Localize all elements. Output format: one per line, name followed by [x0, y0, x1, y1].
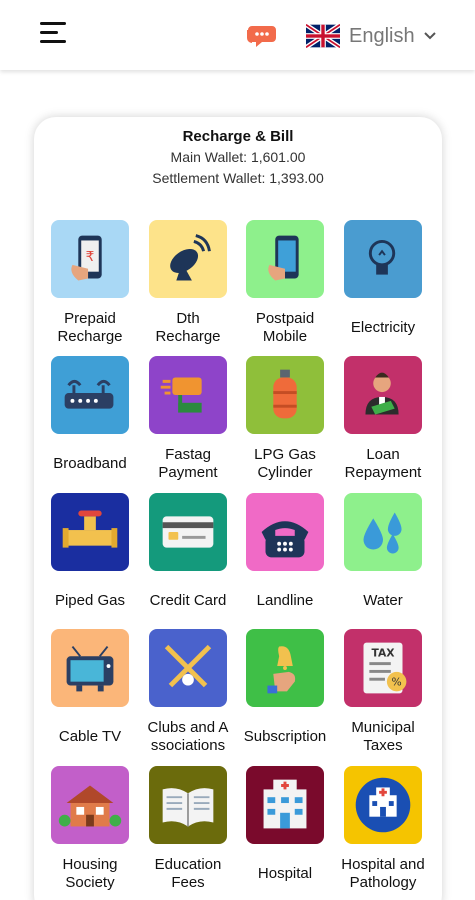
recharge-bill-card: Recharge & Bill Main Wallet: 1,601.00 Se…: [34, 117, 442, 900]
svg-text:₹: ₹: [86, 249, 95, 265]
fastag-icon: [149, 356, 227, 434]
mobile-phone-icon: [246, 220, 324, 298]
telephone-icon: [246, 493, 324, 571]
service-label: Broadband: [53, 455, 127, 472]
service-tile-clubs-and-associations[interactable]: Clubs and Associations: [140, 629, 236, 763]
hospital-icon: [246, 766, 324, 844]
card-title: Recharge & Bill: [182, 128, 294, 145]
water-drops-icon: [344, 493, 422, 571]
service-label: Prepaid Recharge: [57, 310, 123, 345]
service-label: Piped Gas: [54, 592, 126, 609]
service-tile-hospital-and-pathology[interactable]: Hospital and Pathology: [335, 766, 431, 900]
service-tile-postpaid-mobile[interactable]: Postpaid Mobile: [237, 220, 333, 354]
service-label: Cable TV: [58, 728, 122, 745]
gas-pipe-valve-icon: [51, 493, 129, 571]
hospital-badge-icon: [344, 766, 422, 844]
chevron-down-icon: [423, 32, 436, 40]
uk-flag-icon: [306, 24, 340, 48]
light-bulb-icon: [344, 220, 422, 298]
chat-support-icon[interactable]: [246, 22, 278, 50]
service-tile-loan-repayment[interactable]: Loan Repayment: [335, 356, 431, 490]
service-tile-credit-card[interactable]: Credit Card: [140, 493, 236, 627]
tv-icon: [51, 629, 129, 707]
svg-text:TAX: TAX: [371, 646, 395, 659]
service-tile-hospital[interactable]: Hospital: [237, 766, 333, 900]
service-tile-prepaid-recharge[interactable]: ₹ Prepaid Recharge: [42, 220, 138, 354]
top-bar: English: [0, 0, 475, 70]
service-label: Fastag Payment: [158, 446, 218, 481]
tax-document-icon: TAX%: [344, 629, 422, 707]
language-selector[interactable]: English: [306, 22, 451, 50]
language-label: English: [349, 24, 415, 47]
service-tile-landline[interactable]: Landline: [237, 493, 333, 627]
service-label: Housing Society: [62, 856, 118, 891]
service-tile-fastag-payment[interactable]: Fastag Payment: [140, 356, 236, 490]
service-label: LPG Gas Cylinder: [254, 446, 316, 481]
credit-card-icon: [149, 493, 227, 571]
service-label: Hospital and Pathology: [341, 856, 425, 891]
open-book-icon: [149, 766, 227, 844]
golf-clubs-icon: [149, 629, 227, 707]
service-tile-water[interactable]: Water: [335, 493, 431, 627]
service-tile-cable-tv[interactable]: Cable TV: [42, 629, 138, 763]
service-tile-dth-recharge[interactable]: Dth Recharge: [140, 220, 236, 354]
service-tile-municipal-taxes[interactable]: TAX% Municipal Taxes: [335, 629, 431, 763]
service-label: Credit Card: [149, 592, 227, 609]
loan-person-icon: [344, 356, 422, 434]
router-icon: [51, 356, 129, 434]
service-tile-piped-gas[interactable]: Piped Gas: [42, 493, 138, 627]
bell-hand-icon: [246, 629, 324, 707]
service-label: Loan Repayment: [344, 446, 422, 481]
service-label: Landline: [256, 592, 314, 609]
service-tile-lpg-gas-cylinder[interactable]: LPG Gas Cylinder: [237, 356, 333, 490]
service-tile-broadband[interactable]: Broadband: [42, 356, 138, 490]
gas-cylinder-icon: [246, 356, 324, 434]
settlement-wallet-balance: Settlement Wallet: 1,393.00: [152, 170, 324, 186]
service-label: Clubs and Associations: [147, 719, 229, 754]
service-tile-electricity[interactable]: Electricity: [335, 220, 431, 354]
card-header: Recharge & Bill Main Wallet: 1,601.00 Se…: [34, 127, 442, 189]
service-label: Hospital: [257, 865, 313, 882]
service-label: Education Fees: [154, 856, 222, 891]
mobile-recharge-icon: ₹: [51, 220, 129, 298]
house-icon: [51, 766, 129, 844]
service-tile-housing-society[interactable]: Housing Society: [42, 766, 138, 900]
hamburger-menu-icon[interactable]: [40, 20, 70, 46]
service-label: Subscription: [243, 728, 327, 745]
svg-text:%: %: [392, 676, 402, 689]
service-label: Postpaid Mobile: [255, 310, 315, 345]
main-wallet-balance: Main Wallet: 1,601.00: [170, 149, 306, 165]
service-label: Water: [363, 592, 403, 609]
service-tile-education-fees[interactable]: Education Fees: [140, 766, 236, 900]
service-tile-subscription[interactable]: Subscription: [237, 629, 333, 763]
service-label: Municipal Taxes: [351, 719, 415, 754]
service-label: Electricity: [350, 319, 416, 336]
service-label: Dth Recharge: [155, 310, 221, 345]
satellite-dish-icon: [149, 220, 227, 298]
